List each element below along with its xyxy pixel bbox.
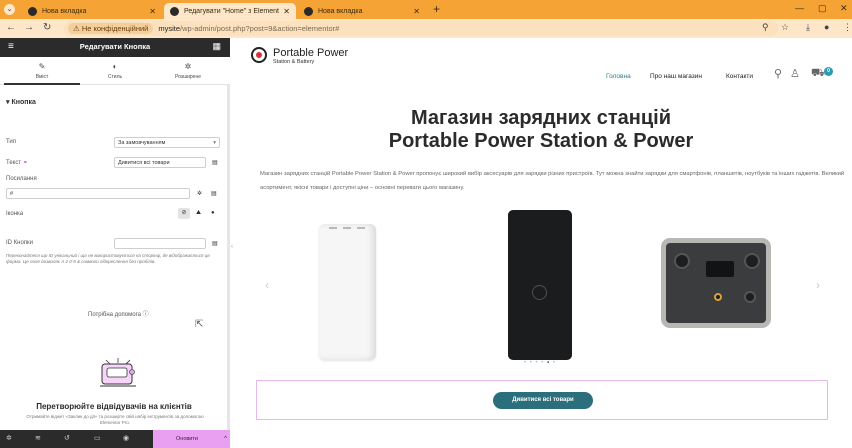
link-options-gear-icon[interactable]: ✲ xyxy=(197,190,202,197)
hero-title: Магазин зарядних станцій Portable Power … xyxy=(388,107,694,152)
back-icon[interactable]: ← xyxy=(6,22,16,33)
no-icon-option[interactable]: ⊘ xyxy=(178,208,190,219)
dynamic-tags-stack-icon[interactable]: ▤ xyxy=(212,159,218,166)
chrome-icon xyxy=(304,6,313,16)
button-id-input[interactable] xyxy=(114,238,206,249)
elementor-editor-panel: ≡ Редагувати Кнопка ▦ ✎ Вміст ◐ Стиль ✲ … xyxy=(0,38,230,448)
dynamic-tags-stack-icon[interactable]: ▤ xyxy=(212,240,218,247)
mouse-cursor-icon: ⇱ xyxy=(195,319,204,330)
nav-about[interactable]: Про наш магазин xyxy=(650,73,702,80)
logo-subtitle: Station & Battery xyxy=(273,59,315,65)
url-host: mysite xyxy=(158,24,181,33)
close-tab-icon[interactable]: ✕ xyxy=(149,7,156,16)
panel-tabs: ✎ Вміст ◐ Стиль ✲ Розширене xyxy=(0,57,230,85)
nav-contacts[interactable]: Контакти xyxy=(726,73,753,80)
icon-label: Іконка xyxy=(6,211,24,217)
minimize-window-icon[interactable]: — xyxy=(795,3,804,13)
button-id-hint: Переконайтеся що ID унікальний і що не в… xyxy=(6,253,210,264)
reload-icon[interactable]: ↻ xyxy=(43,22,51,33)
url-path: /wp-admin/post.php?post=9&action=element… xyxy=(180,24,340,33)
logo-icon xyxy=(251,47,267,63)
forward-icon[interactable]: → xyxy=(24,22,34,33)
preview-eye-icon[interactable]: ◉ xyxy=(123,434,129,442)
selected-button-widget[interactable]: Дивитися всі товари xyxy=(256,380,828,420)
search-icon[interactable]: ⚲ xyxy=(774,67,782,80)
bookmark-star-icon[interactable]: ☆ xyxy=(781,22,789,33)
tab-content[interactable]: ✎ Вміст xyxy=(4,57,80,85)
update-button[interactable]: Оновити xyxy=(153,430,221,448)
profile-icon[interactable]: ● xyxy=(824,22,829,32)
panel-collapse-chevron-icon[interactable]: ‹ xyxy=(231,244,233,250)
dynamic-tags-stack-icon[interactable]: ▤ xyxy=(211,190,217,197)
tab-list-chevron-icon[interactable]: ⌄ xyxy=(4,4,15,15)
tab-style[interactable]: ◐ Стиль xyxy=(77,57,153,85)
browser-tab[interactable]: Нова вкладка ✕ xyxy=(22,3,162,19)
slider-next-arrow-icon[interactable]: › xyxy=(816,278,820,292)
button-id-label: ID Кнопки xyxy=(6,240,34,246)
new-tab-button[interactable]: + xyxy=(433,2,440,16)
text-label: Текст ⚭ xyxy=(6,160,28,166)
product-slider: ‹ › • • • • • • xyxy=(256,208,836,368)
slider-prev-arrow-icon[interactable]: ‹ xyxy=(265,278,269,292)
security-warning-chip[interactable]: ⚠ Не конфіденційний xyxy=(68,23,154,34)
dynamic-tags-icon[interactable]: ⚭ xyxy=(23,160,28,166)
help-question-icon: ⓘ xyxy=(142,312,149,318)
button-type-select[interactable]: За замовчуванням ▾ xyxy=(114,137,220,148)
browser-toolbar: ← → ↻ ⚠ Не конфіденційний mysite /wp-adm… xyxy=(0,19,852,38)
browser-menu-icon[interactable]: ⋮ xyxy=(843,22,852,33)
promo-illustration xyxy=(100,358,136,387)
browser-tab-bar: ⌄ Нова вкладка ✕ Редагувати "Home" з Ele… xyxy=(0,0,852,19)
browser-tab-active[interactable]: Редагувати "Home" з Elementor ✕ xyxy=(164,3,296,19)
product-image-white-powerbank[interactable] xyxy=(319,224,376,360)
upload-svg-icon[interactable]: ⛰ xyxy=(196,210,201,217)
panel-footer: ✲ ≋ ↺ ▭ ◉ Оновити ^ xyxy=(0,430,230,448)
section-toggle[interactable]: ▾ Кнопка xyxy=(6,98,36,106)
history-icon[interactable]: ↺ xyxy=(64,434,70,442)
gear-icon: ✲ xyxy=(184,62,192,71)
account-icon[interactable]: ♙ xyxy=(790,67,800,80)
close-tab-icon[interactable]: ✕ xyxy=(413,7,420,16)
chevron-down-icon: ▾ xyxy=(213,140,216,146)
close-tab-icon[interactable]: ✕ xyxy=(283,7,290,16)
site-preview: Portable Power Station & Battery Головна… xyxy=(236,38,852,448)
download-icon[interactable]: ⤓ xyxy=(806,22,810,33)
type-label: Тип xyxy=(6,139,17,145)
close-window-icon[interactable]: ✕ xyxy=(840,3,848,14)
panel-scrollbar[interactable] xyxy=(227,85,230,430)
slider-pagination[interactable]: • • • • • • xyxy=(524,360,556,366)
link-url-input[interactable]: # xyxy=(6,188,190,199)
product-image-black-powerbank[interactable] xyxy=(508,210,572,360)
save-options-chevron-up-icon[interactable]: ^ xyxy=(221,430,230,448)
panel-header: ≡ Редагувати Кнопка ▦ xyxy=(0,38,230,57)
promo-title: Перетворюйте відвідувачів на клієнтів xyxy=(36,402,192,411)
tab-advanced[interactable]: ✲ Розширене xyxy=(150,57,226,85)
link-label: Посилання xyxy=(6,176,37,182)
nav-home[interactable]: Головна xyxy=(606,73,631,80)
address-bar[interactable]: ⚠ Не конфіденційний mysite /wp-admin/pos… xyxy=(64,21,778,36)
browser-window: ⌄ Нова вкладка ✕ Редагувати "Home" з Ele… xyxy=(0,0,852,448)
zoom-icon[interactable]: ⚲ xyxy=(762,22,769,33)
icon-library-icon[interactable]: ● xyxy=(211,210,215,216)
cart-icon[interactable]: ⛟ xyxy=(811,67,825,81)
pencil-icon: ✎ xyxy=(38,62,46,71)
panel-title: Редагувати Кнопка xyxy=(79,42,151,51)
cart-count-badge: 0 xyxy=(824,67,833,76)
help-link[interactable]: Потрібна допомога ⓘ xyxy=(88,309,149,318)
button-text-input[interactable]: Дивитися всі товари xyxy=(114,157,206,168)
widgets-grid-icon[interactable]: ▦ xyxy=(212,41,221,52)
hero-description: Магазин зарядних станцій Portable Power … xyxy=(260,171,845,191)
navigator-layers-icon[interactable]: ≋ xyxy=(35,434,41,442)
chrome-icon xyxy=(28,6,37,16)
responsive-mode-icon[interactable]: ▭ xyxy=(94,434,101,442)
settings-gear-icon[interactable]: ✲ xyxy=(6,434,12,442)
maximize-window-icon[interactable]: ▢ xyxy=(818,3,827,14)
logo-name[interactable]: Portable Power xyxy=(273,47,348,59)
elementor-favicon-icon xyxy=(170,6,179,16)
browser-tab[interactable]: Нова вкладка ✕ xyxy=(298,3,426,19)
view-all-products-button[interactable]: Дивитися всі товари xyxy=(493,392,593,409)
contrast-icon: ◐ xyxy=(112,62,118,71)
product-image-power-station[interactable] xyxy=(661,238,771,328)
promo-text: Отримайте віджет «Заклик до дії» та розш… xyxy=(26,414,204,425)
